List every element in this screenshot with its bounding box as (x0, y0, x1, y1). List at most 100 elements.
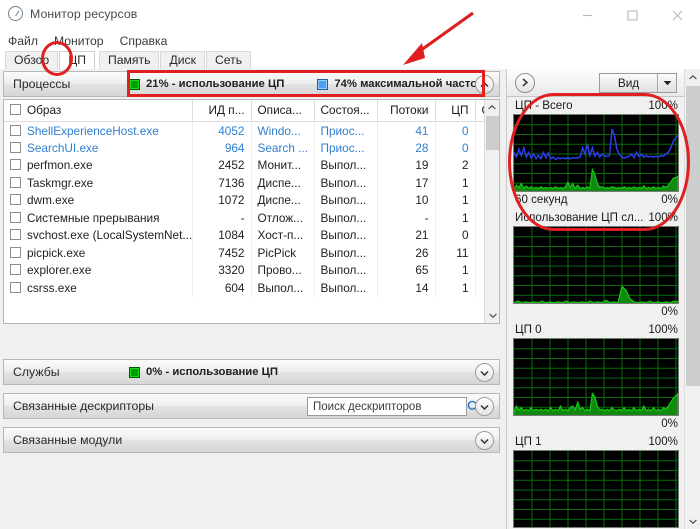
table-row[interactable]: Taskmgr.exe 7136 Диспе... Выпол... 17 1 … (4, 174, 499, 192)
table-row[interactable]: picpick.exe 7452 PicPick Выпол... 26 11 … (4, 244, 499, 262)
view-button[interactable]: Вид (599, 73, 677, 93)
modules-group-bar[interactable]: Связанные модули (3, 427, 500, 453)
services-legend-text: 0% - использование ЦП (146, 366, 279, 378)
graph-cpu-0-min: 0% (661, 417, 678, 430)
column-header-threads[interactable]: Потоки (377, 100, 436, 122)
scroll-up-icon[interactable] (685, 69, 700, 85)
table-row[interactable]: svchost.exe (LocalSystemNet... 1084 Хост… (4, 226, 499, 244)
close-icon[interactable] (655, 0, 700, 30)
cpu-graphs-column[interactable]: ЦП - Всего 100% 60 секунд 0% Использован… (507, 97, 685, 529)
graph-cpu-1-max: 100% (648, 435, 678, 448)
scrollbar-thumb[interactable] (486, 116, 499, 150)
column-header-description[interactable]: ⌃Описа... (251, 100, 315, 122)
column-header-pid[interactable]: ИД п... (192, 100, 252, 122)
window-title: Монитор ресурсов (30, 6, 138, 21)
graph-cpu-1-title: ЦП 1 (515, 435, 542, 448)
scrollbar-thumb[interactable] (686, 86, 700, 386)
row-cpu: 0 (435, 121, 476, 139)
handles-group-bar[interactable]: Связанные дескрипторы (3, 393, 500, 419)
scroll-down-icon[interactable] (485, 308, 499, 323)
column-header-image[interactable]: Образ (4, 100, 193, 122)
row-checkbox[interactable] (10, 246, 21, 258)
row-pid: - (192, 209, 252, 227)
tab-disk[interactable]: Диск (160, 51, 205, 69)
menu-item-monitor[interactable]: Монитор (54, 34, 104, 48)
row-checkbox[interactable] (10, 211, 21, 223)
graph-cpu-0-max: 100% (648, 323, 678, 336)
processes-legend-cpu-text: 21% - использование ЦП (146, 78, 285, 90)
handles-group-title: Связанные дескрипторы (13, 399, 155, 413)
table-row[interactable]: dwm.exe 1072 Диспе... Выпол... 10 1 0.84 (4, 191, 499, 209)
row-threads: 26 (377, 244, 436, 262)
table-row[interactable]: csrss.exe 604 Выпол... Выпол... 14 1 0.3… (4, 279, 499, 297)
tab-overview[interactable]: Обзор (5, 51, 59, 69)
row-threads: 21 (377, 226, 436, 244)
table-row[interactable]: ShellExperienceHost.exe 4052 Windo... Пр… (4, 121, 499, 139)
window-controls (565, 0, 700, 30)
row-checkbox[interactable] (10, 229, 21, 241)
services-group-bar[interactable]: Службы 0% - использование ЦП (3, 359, 500, 385)
graph-cpu-0-footer: 0% (513, 416, 679, 433)
services-legend: 0% - использование ЦП (129, 366, 278, 378)
column-header-cpu[interactable]: ЦП (435, 100, 476, 122)
row-checkbox[interactable] (10, 194, 21, 206)
menu-item-file[interactable]: Файл (8, 34, 38, 48)
row-state: Выпол... (314, 226, 378, 244)
row-checkbox[interactable] (10, 281, 21, 293)
row-pid: 7136 (192, 174, 252, 192)
row-checkbox[interactable] (10, 124, 21, 136)
handles-search-box[interactable] (307, 397, 491, 416)
menu-bar: Файл Монитор Справка (0, 30, 700, 52)
graph-cpu-1: ЦП 1 100% (507, 433, 685, 528)
processes-group-bar[interactable]: Процессы 21% - использование ЦП 74% макс… (3, 71, 500, 97)
graph-cpu-total-plot (513, 114, 679, 192)
scroll-down-icon[interactable] (685, 513, 700, 529)
row-checkbox[interactable] (10, 141, 21, 153)
maximize-icon[interactable] (610, 0, 655, 30)
select-all-checkbox[interactable] (10, 104, 21, 115)
row-checkbox[interactable] (10, 264, 21, 276)
row-name: explorer.exe (4, 261, 193, 279)
green-swatch-icon (129, 366, 140, 378)
row-pid: 604 (192, 279, 252, 297)
row-checkbox[interactable] (10, 159, 21, 171)
scroll-up-icon[interactable] (485, 100, 499, 115)
right-pane-scrollbar[interactable] (684, 69, 700, 529)
table-row[interactable]: SearchUI.exe 964 Search ... Приос... 28 … (4, 139, 499, 157)
minimize-icon[interactable] (565, 0, 610, 30)
processes-group-title: Процессы (13, 77, 71, 91)
graph-cpu-1-svg (514, 451, 678, 527)
row-cpu: 0 (435, 226, 476, 244)
processes-table-scrollbar[interactable] (484, 100, 499, 323)
table-row[interactable]: Системные прерывания - Отлож... Выпол...… (4, 209, 499, 227)
services-group-title: Службы (13, 365, 60, 379)
graph-cpu-total-title: ЦП - Всего (515, 99, 573, 112)
row-pid: 1084 (192, 226, 252, 244)
services-expand-button[interactable] (475, 363, 494, 382)
chevron-down-icon[interactable] (657, 74, 676, 92)
graph-cpu-services-max: 100% (648, 211, 678, 224)
row-desc: Хост-п... (251, 226, 315, 244)
modules-expand-button[interactable] (475, 431, 494, 450)
collapse-panel-button[interactable] (515, 72, 535, 93)
processes-table[interactable]: Образ ИД п... ⌃Описа... Состоя... Потоки… (3, 99, 500, 324)
column-header-status[interactable]: Состоя... (314, 100, 378, 122)
graph-cpu-total-max: 100% (648, 99, 678, 112)
row-cpu: 11 (435, 244, 476, 262)
menu-item-help[interactable]: Справка (120, 34, 168, 48)
processes-collapse-button[interactable] (475, 75, 494, 94)
tab-memory[interactable]: Память (98, 51, 160, 69)
tab-cpu[interactable]: ЦП (59, 51, 95, 69)
table-row[interactable]: explorer.exe 3320 Прово... Выпол... 65 1… (4, 261, 499, 279)
row-desc: PicPick (251, 244, 315, 262)
table-row[interactable]: perfmon.exe 2452 Монит... Выпол... 19 2 … (4, 156, 499, 174)
graph-cpu-total-header: ЦП - Всего 100% (513, 97, 679, 114)
row-state: Приос... (314, 139, 378, 157)
tab-network[interactable]: Сеть (205, 51, 252, 69)
search-input[interactable] (308, 400, 467, 413)
row-pid: 964 (192, 139, 252, 157)
row-checkbox[interactable] (10, 176, 21, 188)
graph-cpu-services-svg (514, 227, 678, 303)
handles-expand-button[interactable] (475, 397, 494, 416)
row-desc: Монит... (251, 156, 315, 174)
